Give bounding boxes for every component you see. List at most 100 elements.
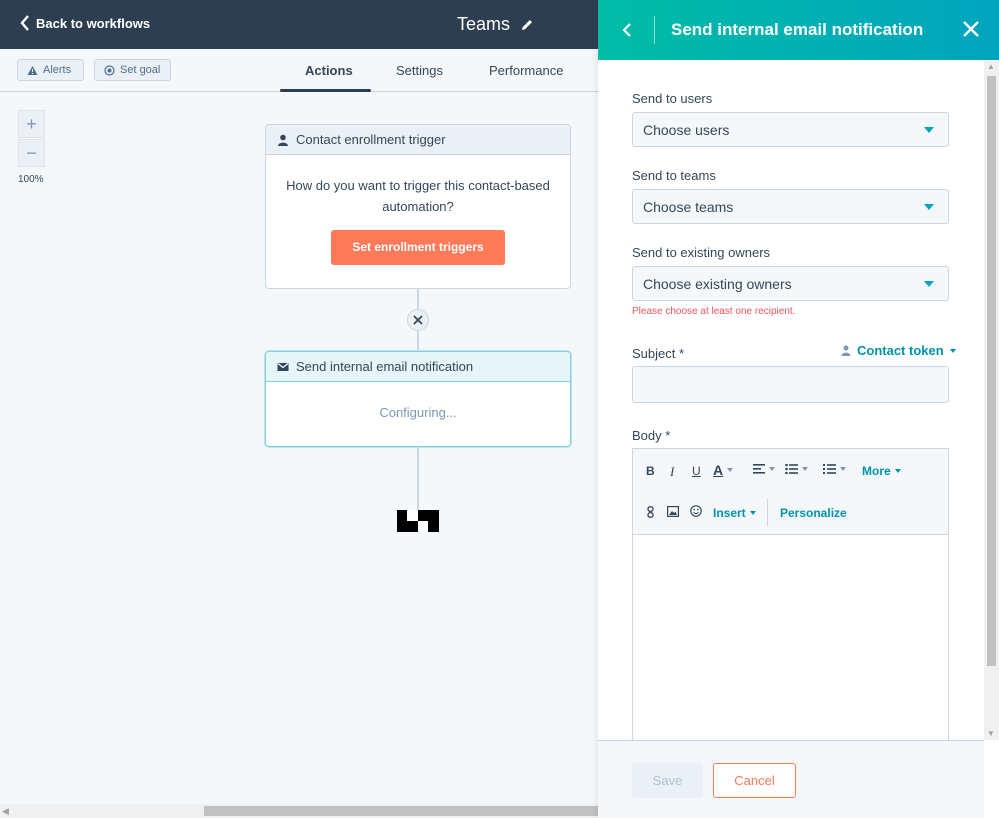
link-button[interactable] — [647, 506, 654, 518]
panel-back-icon[interactable] — [620, 20, 634, 40]
image-icon — [667, 506, 679, 517]
action-card-title: Send internal email notification — [296, 359, 474, 374]
body-editor[interactable]: B I U A More Insert Personalize — [632, 448, 949, 740]
end-flag-icon — [397, 510, 439, 532]
recipient-error-message: Please choose at least one recipient. — [632, 306, 796, 317]
close-panel-icon[interactable] — [962, 20, 980, 38]
send-to-users-dropdown[interactable]: Choose users — [632, 112, 949, 147]
zoom-out-button[interactable]: − — [18, 139, 45, 167]
caret-down-icon — [949, 348, 956, 353]
workflow-canvas[interactable]: + − 100% Contact enrollment trigger How … — [0, 92, 598, 804]
horizontal-scrollbar[interactable]: ◀ — [0, 804, 598, 818]
text-color-button[interactable]: A — [713, 462, 734, 478]
caret-down-icon — [727, 468, 734, 472]
panel-header: Send internal email notification — [598, 0, 999, 60]
send-to-teams-label: Send to teams — [632, 168, 716, 183]
connector-line — [417, 289, 419, 309]
insert-button[interactable]: Insert — [713, 506, 756, 520]
editor-toolbar: B I U A More Insert Personalize — [633, 449, 948, 535]
numbered-list-button[interactable] — [823, 464, 846, 474]
scroll-up-icon[interactable]: ▲ — [987, 62, 995, 71]
contact-icon — [841, 345, 851, 356]
personalize-button[interactable]: Personalize — [780, 506, 847, 520]
caret-down-icon — [769, 467, 775, 471]
close-icon — [413, 315, 423, 325]
send-to-teams-value: Choose teams — [643, 198, 734, 215]
chevron-left-icon — [20, 15, 29, 31]
subject-label: Subject * — [632, 346, 685, 361]
send-to-owners-value: Choose existing owners — [643, 275, 792, 292]
send-to-owners-dropdown[interactable]: Choose existing owners — [632, 266, 949, 301]
action-card[interactable]: Send internal email notification Configu… — [265, 351, 571, 447]
toolbar-divider — [767, 499, 768, 526]
send-to-owners-label: Send to existing owners — [632, 245, 771, 260]
save-button[interactable]: Save — [632, 763, 703, 798]
header-divider — [654, 16, 655, 44]
alerts-button[interactable]: Alerts — [17, 59, 84, 81]
envelope-icon — [277, 362, 289, 371]
set-goal-button[interactable]: Set goal — [94, 59, 171, 81]
tab-performance[interactable]: Performance — [489, 63, 563, 78]
emoji-button[interactable] — [690, 505, 702, 517]
warning-icon — [27, 65, 38, 75]
smiley-icon — [690, 505, 702, 517]
numbered-list-icon — [823, 464, 836, 474]
contact-token-menu[interactable]: Contact token — [841, 343, 956, 358]
send-to-users-value: Choose users — [643, 121, 730, 138]
panel-vertical-scrollbar[interactable]: ▲ ▼ — [984, 60, 999, 740]
caret-down-icon — [894, 469, 901, 473]
align-left-icon — [753, 464, 765, 474]
contact-token-label: Contact token — [857, 343, 944, 358]
link-icon — [647, 506, 654, 518]
panel-title: Send internal email notification — [671, 20, 924, 39]
scrollbar-thumb[interactable] — [204, 806, 598, 816]
underline-button[interactable]: U — [692, 464, 701, 478]
trigger-prompt: How do you want to trigger this contact-… — [286, 178, 550, 214]
panel-footer: Save Cancel — [598, 740, 984, 818]
connector-line — [417, 331, 419, 351]
back-to-workflows-link[interactable]: Back to workflows — [20, 15, 150, 31]
bulleted-list-button[interactable] — [785, 464, 808, 474]
caret-down-icon — [749, 511, 756, 515]
remove-action-button[interactable] — [407, 309, 429, 331]
workflow-name: Teams — [457, 14, 511, 34]
panel-scrollbar-thumb[interactable] — [987, 76, 996, 666]
top-bar: Back to workflows Teams — [0, 0, 598, 49]
tab-actions[interactable]: Actions — [305, 63, 353, 78]
action-card-status: Configuring... — [379, 405, 457, 420]
send-to-users-label: Send to users — [632, 91, 713, 106]
action-card-header: Send internal email notification — [266, 352, 570, 382]
trigger-card[interactable]: Contact enrollment trigger How do you wa… — [265, 124, 571, 289]
cancel-button[interactable]: Cancel — [713, 763, 796, 798]
trigger-card-header: Contact enrollment trigger — [266, 125, 570, 155]
subject-input[interactable] — [632, 366, 949, 403]
zoom-level: 100% — [18, 174, 44, 185]
alerts-label: Alerts — [43, 64, 72, 76]
scroll-down-icon[interactable]: ▼ — [987, 729, 995, 738]
back-label: Back to workflows — [36, 15, 151, 31]
connector-line — [417, 447, 419, 510]
text-color-icon: A — [713, 462, 724, 478]
target-icon — [104, 64, 115, 76]
bold-button[interactable]: B — [646, 464, 655, 478]
zoom-in-button[interactable]: + — [18, 110, 45, 138]
workflow-subbar: Alerts Set goal Actions Settings Perform… — [0, 49, 598, 92]
send-to-teams-dropdown[interactable]: Choose teams — [632, 189, 949, 224]
trigger-card-title: Contact enrollment trigger — [296, 132, 446, 147]
caret-down-icon — [924, 127, 934, 133]
caret-down-icon — [924, 281, 934, 287]
body-label: Body * — [632, 428, 671, 443]
scroll-left-icon[interactable]: ◀ — [2, 806, 9, 817]
tab-settings[interactable]: Settings — [396, 63, 443, 78]
italic-button[interactable]: I — [670, 464, 674, 480]
caret-down-icon — [840, 467, 846, 471]
set-enrollment-triggers-button[interactable]: Set enrollment triggers — [331, 230, 505, 265]
bulleted-list-icon — [785, 464, 798, 474]
pencil-icon[interactable] — [520, 18, 534, 32]
more-formatting-button[interactable]: More — [862, 464, 901, 478]
contact-icon — [278, 134, 288, 146]
workflow-title[interactable]: Teams — [457, 14, 534, 35]
image-button[interactable] — [667, 506, 679, 517]
caret-down-icon — [802, 467, 808, 471]
align-button[interactable] — [753, 464, 775, 474]
